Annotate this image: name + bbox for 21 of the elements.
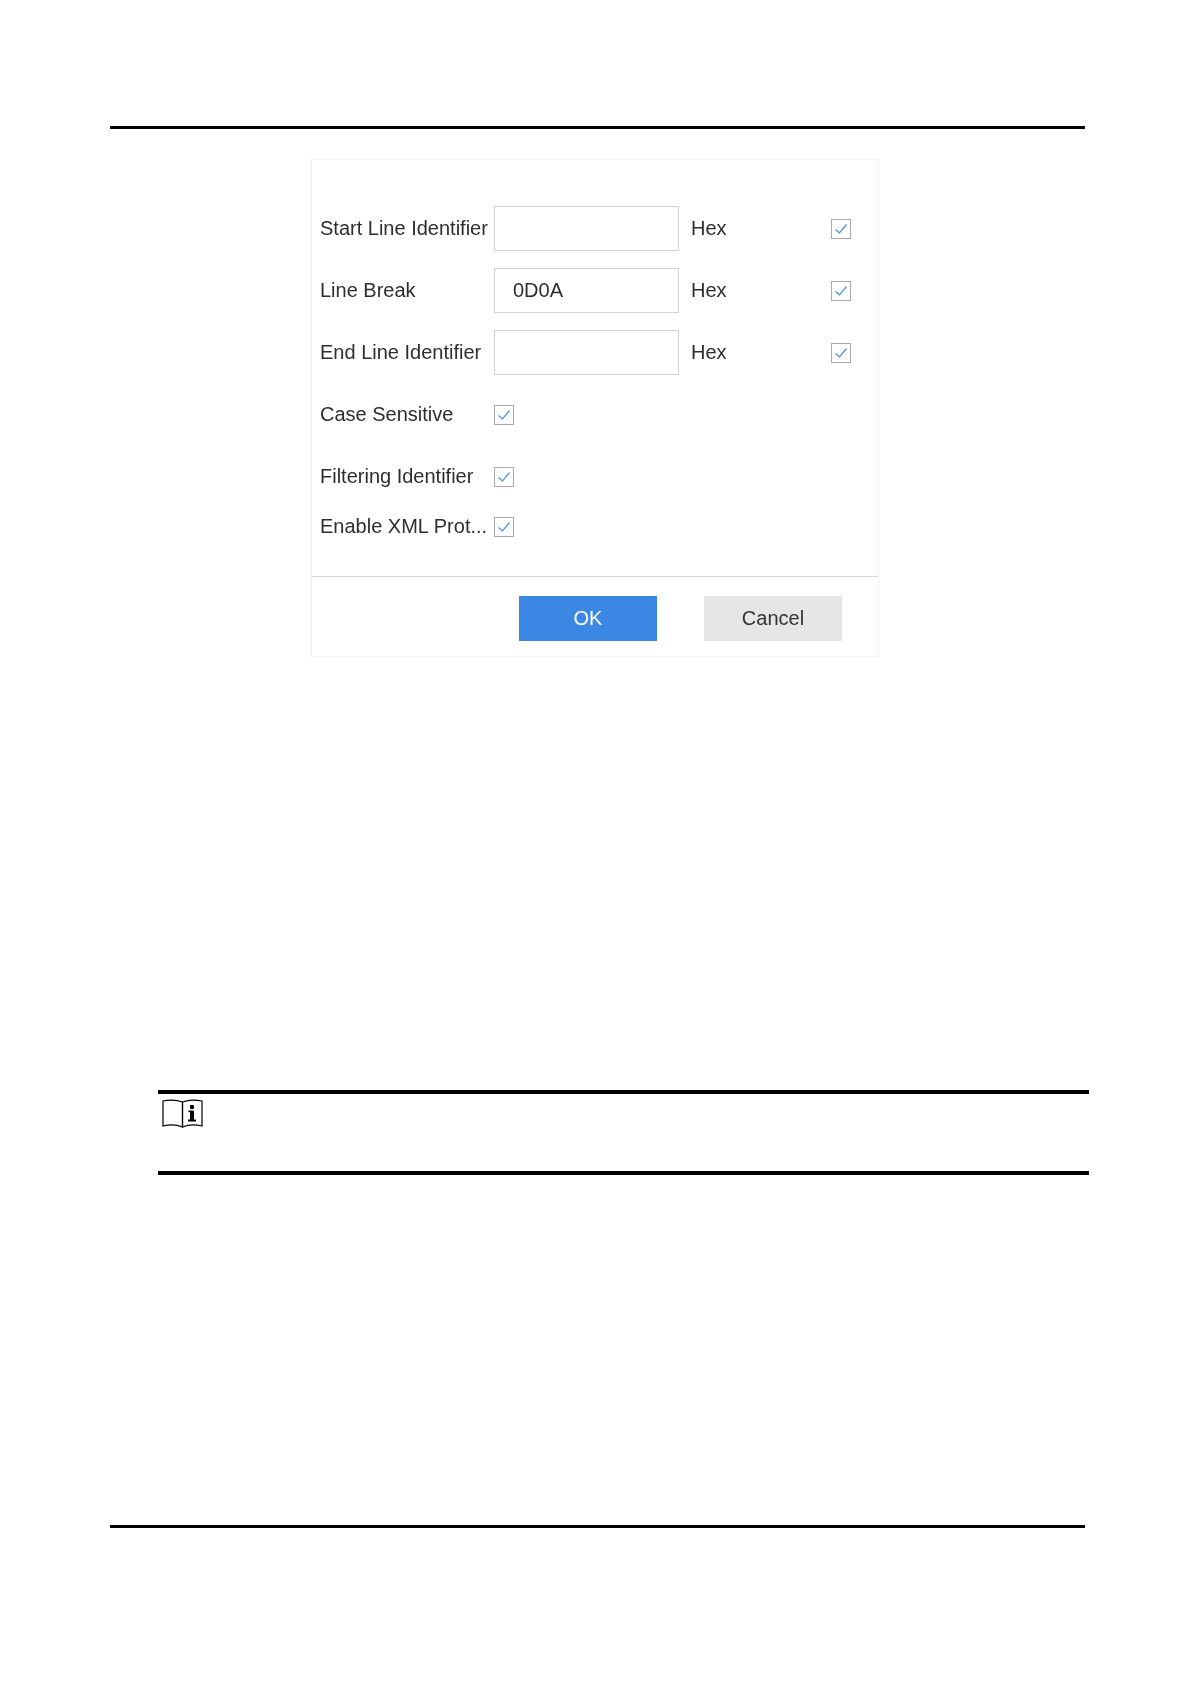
checkbox[interactable] <box>494 466 514 487</box>
open-book-icon <box>162 1098 203 1128</box>
input-field[interactable]: 0D0A <box>494 268 679 313</box>
unit-label: Hex <box>691 279 728 302</box>
checkbox[interactable] <box>831 218 851 239</box>
checkbox[interactable] <box>831 342 851 363</box>
field-label: Start Line Identifier <box>320 217 489 240</box>
option-label: Enable XML Prot... <box>320 515 489 538</box>
input-field[interactable] <box>494 330 679 375</box>
input-field[interactable] <box>494 206 679 251</box>
checkbox[interactable] <box>831 280 851 301</box>
field-label: End Line Identifier <box>320 341 483 364</box>
cancel-button[interactable]: Cancel <box>704 596 842 641</box>
unit-label: Hex <box>691 341 728 364</box>
unit-label: Hex <box>691 217 728 240</box>
checkbox[interactable] <box>494 404 514 425</box>
option-label: Filtering Identifier <box>320 465 475 488</box>
ok-button[interactable]: OK <box>519 596 657 641</box>
checkbox[interactable] <box>494 516 514 537</box>
option-label: Case Sensitive <box>320 403 455 426</box>
field-label: Line Break <box>320 279 417 302</box>
